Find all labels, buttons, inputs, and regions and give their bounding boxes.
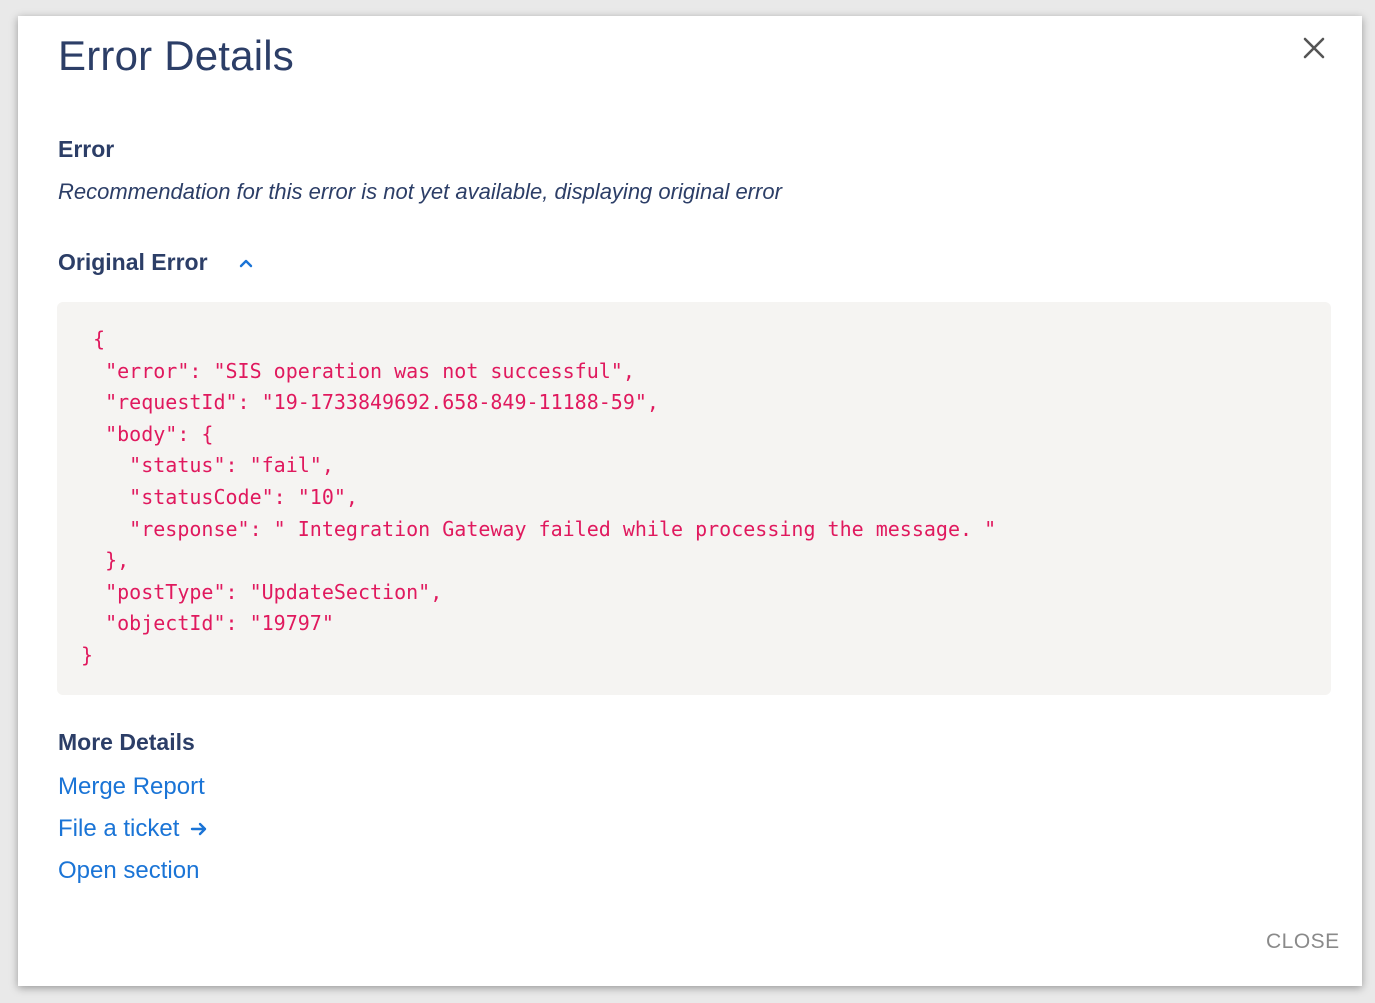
error-heading: Error — [58, 136, 115, 162]
code-line: "response": " Integration Gateway failed… — [81, 516, 997, 541]
open-section-label: Open section — [58, 857, 200, 884]
dialog-title: Error Details — [58, 32, 294, 79]
more-details-heading: More Details — [58, 729, 195, 755]
code-line: "postType": "UpdateSection", — [81, 579, 443, 604]
original-error-heading: Original Error — [58, 249, 208, 275]
close-icon[interactable] — [1298, 32, 1330, 64]
chevron-up-icon[interactable] — [236, 253, 256, 273]
code-line: } — [81, 642, 94, 667]
code-line: "statusCode": "10", — [81, 484, 358, 509]
code-line: "requestId": "19-1733849692.658-849-1118… — [81, 390, 659, 415]
merge-report-label: Merge Report — [58, 773, 205, 800]
code-line: "objectId": "19797" — [81, 611, 334, 636]
file-ticket-link[interactable]: File a ticket — [58, 815, 209, 843]
original-error-header[interactable]: Original Error — [58, 249, 256, 276]
file-ticket-label: File a ticket — [58, 815, 180, 842]
code-line: { — [81, 327, 106, 351]
code-line: "status": "fail", — [81, 453, 334, 478]
merge-report-link[interactable]: Merge Report — [58, 773, 205, 801]
code-line: }, — [81, 548, 130, 573]
close-button[interactable]: CLOSE — [1266, 930, 1340, 954]
original-error-code-block: { "error": "SIS operation was not succes… — [57, 302, 1331, 695]
code-line: "body": { — [81, 421, 214, 446]
code-line: "error": "SIS operation was not successf… — [81, 358, 635, 383]
error-details-dialog: Error Details Error Recommendation for t… — [18, 16, 1362, 986]
arrow-right-icon — [189, 819, 209, 839]
open-section-link[interactable]: Open section — [58, 857, 199, 885]
recommendation-text: Recommendation for this error is not yet… — [58, 179, 782, 204]
